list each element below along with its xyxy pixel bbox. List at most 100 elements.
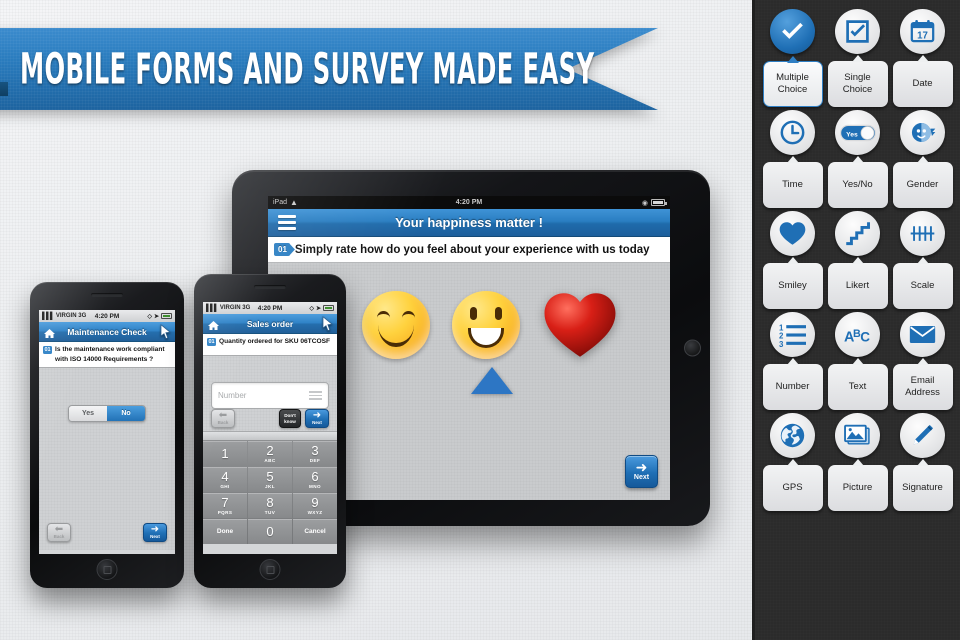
home-icon[interactable]: [43, 326, 56, 338]
phone1-screen: ▌▌▌ VIRGIN 3G 4:20 PM ◇ ➤ Maintenance Ch…: [39, 310, 175, 554]
segment-yes[interactable]: Yes: [69, 406, 107, 422]
sidebar-label-gps[interactable]: GPS: [762, 465, 823, 511]
sidebar-item-signature[interactable]: Signature: [891, 413, 954, 511]
scale-icon-circle: [900, 211, 945, 256]
sidebar-label-multiple-choice[interactable]: Multiple Choice: [762, 61, 823, 107]
banner-fold: [0, 82, 8, 96]
ipad-next-button[interactable]: ➜ Next: [625, 455, 658, 488]
phone2-title: Sales order: [246, 318, 294, 329]
quantity-number-input[interactable]: Number: [211, 382, 329, 409]
question-type-palette: Multiple Choice Single Choice 17 Date Ti…: [755, 0, 960, 640]
iphone-device-maintenance: ▌▌▌ VIRGIN 3G 4:20 PM ◇ ➤ Maintenance Ch…: [30, 282, 184, 588]
sidebar-item-likert[interactable]: Likert: [826, 211, 889, 309]
arrow-right-icon: ➜: [150, 524, 160, 536]
sidebar-label-picture[interactable]: Picture: [827, 465, 888, 511]
sidebar-item-gender[interactable]: Gender: [891, 110, 954, 208]
phone2-dont-know-label: Don't know: [284, 412, 296, 424]
ipad-nav-bar: Your happiness matter !: [268, 209, 670, 237]
smiley-option-smiling[interactable]: [362, 291, 430, 359]
keypad-key[interactable]: 6 MNO: [293, 467, 337, 492]
time-icon-circle: [770, 110, 815, 155]
date-icon-circle: 17: [900, 9, 945, 54]
sidebar-item-yes-no[interactable]: Yes Yes/No: [826, 110, 889, 208]
keypad-key[interactable]: 0: [248, 519, 292, 544]
pen-icon: [909, 422, 936, 449]
keypad-key[interactable]: 2 ABC: [248, 441, 292, 466]
sidebar-label-scale[interactable]: Scale: [892, 263, 953, 309]
keypad-key[interactable]: 4 GHI: [203, 467, 247, 492]
phone2-next-button[interactable]: ➜ Next: [305, 409, 329, 428]
phone1-back-label: Back: [53, 534, 65, 540]
sidebar-label-gender[interactable]: Gender: [892, 162, 953, 208]
keypad-key[interactable]: 1: [203, 441, 247, 466]
sidebar-item-time[interactable]: Time: [761, 110, 824, 208]
sidebar-item-email-address[interactable]: Email Address: [891, 312, 954, 410]
svg-text:3: 3: [779, 340, 784, 348]
sidebar-item-scale[interactable]: Scale: [891, 211, 954, 309]
home-icon[interactable]: [207, 318, 220, 330]
number-icon-circle: 1 2 3: [770, 312, 815, 357]
iphone-home-button[interactable]: [96, 559, 118, 580]
cursor-arrow-icon: [159, 323, 172, 340]
sidebar-label-likert[interactable]: Likert: [827, 263, 888, 309]
phone2-back-button[interactable]: ⬅ Back: [211, 409, 235, 428]
keypad-key[interactable]: 3 DEF: [293, 441, 337, 466]
quantity-input-placeholder: Number: [218, 391, 247, 400]
email-icon-circle: [900, 312, 945, 357]
phone2-dont-know-button[interactable]: Don't know: [279, 409, 301, 428]
keypad-key[interactable]: 7 PQRS: [203, 493, 247, 518]
phone2-answer-area: Number ⬅ Back Don't know ➜ Next 1 2ABC 3…: [203, 356, 337, 544]
phone1-nav-bar: Maintenance Check: [39, 322, 175, 342]
smiley-option-love-heart[interactable]: [542, 291, 618, 359]
sidebar-item-smiley[interactable]: Smiley: [761, 211, 824, 309]
keypad-done-key[interactable]: Done: [203, 519, 247, 544]
sidebar-label-smiley[interactable]: Smiley: [762, 263, 823, 309]
phone2-next-label: Next: [312, 420, 322, 425]
phone1-clock: 4:20 PM: [94, 312, 120, 320]
sidebar-label-text[interactable]: Text: [827, 364, 888, 410]
sidebar-label-time[interactable]: Time: [762, 162, 823, 208]
sidebar-label-email-address[interactable]: Email Address: [892, 364, 953, 410]
sidebar-label-date[interactable]: Date: [892, 61, 953, 107]
yes-no-segmented-control[interactable]: Yes No: [68, 405, 146, 423]
ipad-status-bar: iPad ▲ 4:20 PM ◉: [268, 196, 670, 209]
numeric-keypad[interactable]: 1 2 ABC 3 DEF 4 GHI 5 JKL 6 MNO 7 PQRS 8 TUV 9W…: [203, 440, 337, 544]
sidebar-label-number[interactable]: Number: [762, 364, 823, 410]
sidebar-item-number[interactable]: 1 2 3 Number: [761, 312, 824, 410]
sidebar-item-picture[interactable]: Picture: [826, 413, 889, 511]
phone1-next-button[interactable]: ➜ Next: [143, 523, 167, 543]
sidebar-item-text[interactable]: A B C Text: [826, 312, 889, 410]
phone2-clock: 4:20 PM: [257, 304, 283, 312]
phone1-answer-area: Yes No ⬅ Back ➜ Next: [39, 368, 175, 551]
sidebar-item-date[interactable]: 17 Date: [891, 9, 954, 107]
sidebar-label-signature[interactable]: Signature: [892, 465, 953, 511]
arrow-right-icon: ➜: [312, 410, 322, 421]
phone1-question-text: Is the maintenance work compliant with I…: [55, 346, 165, 363]
likert-icon-circle: [835, 211, 880, 256]
sidebar-label-yes-no[interactable]: Yes/No: [827, 162, 888, 208]
sidebar-item-multiple-choice[interactable]: Multiple Choice: [761, 9, 824, 107]
ipad-question-text: Simply rate how do you feel about your e…: [294, 243, 650, 256]
ipad-home-button[interactable]: [684, 339, 701, 357]
iphone-home-button[interactable]: [259, 559, 281, 580]
keypad-key[interactable]: 5 JKL: [248, 467, 292, 492]
svg-text:17: 17: [917, 30, 928, 41]
banner-title: MOBILE FORMS AND SURVEY MADE EASY: [20, 44, 595, 94]
phone2-back-label: Back: [217, 420, 229, 425]
clock-icon: [779, 119, 806, 146]
smiley-option-grinning[interactable]: [452, 291, 520, 359]
ipad-question-row: 01 Simply rate how do you feel about you…: [268, 237, 670, 263]
keypad-key[interactable]: 8 TUV: [248, 493, 292, 518]
abc-icon: A B C: [844, 321, 871, 348]
iphone-earpiece: [254, 285, 286, 289]
phone2-screen: ▌▌▌ VIRGIN 3G 4:20 PM ◇ ➤ Sales order 01…: [203, 302, 337, 554]
sidebar-item-gps[interactable]: GPS: [761, 413, 824, 511]
sidebar-label-single-choice[interactable]: Single Choice: [827, 61, 888, 107]
sidebar-item-single-choice[interactable]: Single Choice: [826, 9, 889, 107]
ipad-clock: 4:20 PM: [455, 199, 483, 206]
keypad-cancel-key[interactable]: Cancel: [293, 519, 337, 544]
phone1-back-button[interactable]: ⬅ Back: [47, 523, 71, 543]
segment-no[interactable]: No: [107, 406, 145, 422]
keypad-key[interactable]: 9 WXYZ: [293, 493, 337, 518]
gender-face-icon: [909, 119, 936, 146]
